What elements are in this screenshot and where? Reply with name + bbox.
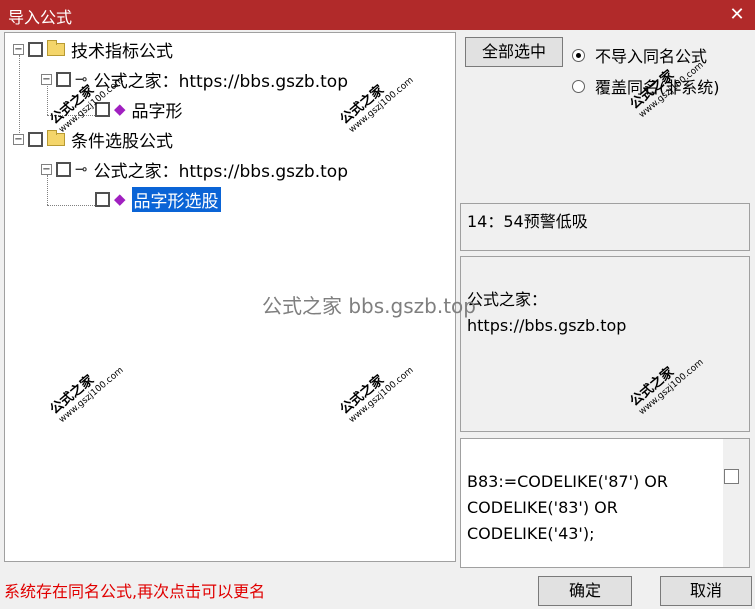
window-title: 导入公式 [8, 8, 73, 27]
close-icon[interactable]: ✕ [725, 3, 749, 27]
tree-node-label: 品字形选股 [131, 186, 221, 212]
tree-node-group[interactable]: − ⊸ 公式之家：https://bbs.gszb.top [41, 157, 348, 182]
node-checkbox[interactable] [95, 191, 110, 207]
title-bar: 导入公式 ✕ [0, 0, 755, 30]
radio-icon[interactable] [572, 79, 585, 93]
watermark-stamp: 公式之家 www.gszj100.com [337, 365, 416, 426]
watermark-text: 公式之家 bbs.gszb.top [262, 294, 476, 318]
code-text: B83:=CODELIKE('87') OR CODELIKE('83') OR… [467, 472, 668, 543]
radio-icon[interactable] [572, 48, 585, 62]
select-all-button[interactable]: 全部选中 [465, 37, 563, 67]
tree-node-label: 公式之家：https://bbs.gszb.top [93, 71, 348, 92]
collapse-icon[interactable]: − [13, 43, 24, 55]
tree-node-screening[interactable]: − 条件选股公式 [13, 127, 173, 152]
tree-node-label: 技术指标公式 [71, 41, 173, 62]
tree-node-label: 条件选股公式 [71, 131, 173, 152]
node-checkbox[interactable] [28, 41, 43, 57]
key-icon: ⊸ [75, 160, 88, 178]
collapse-icon[interactable]: − [13, 133, 24, 145]
collapse-icon[interactable]: − [41, 163, 52, 175]
tree-node-formula[interactable]: ◆ 品字形 [95, 97, 183, 122]
formula-icon: ◆ [114, 100, 126, 118]
tree-node-formula-selected[interactable]: ◆ 品字形选股 [95, 186, 221, 212]
watermark-stamp: 公式之家 www.gszj100.com [47, 365, 126, 426]
description-panel: 公式之家： https://bbs.gszb.top [460, 256, 750, 432]
node-checkbox[interactable] [28, 131, 43, 147]
warning-text: 14：54预警低吸 [467, 212, 588, 231]
code-scrollbar[interactable] [723, 439, 749, 567]
collapse-icon[interactable]: − [41, 73, 52, 85]
description-text: 公式之家： https://bbs.gszb.top [467, 290, 627, 335]
node-checkbox[interactable] [56, 71, 71, 87]
ok-button[interactable]: 确定 [538, 576, 632, 606]
node-checkbox[interactable] [56, 161, 71, 177]
tree-node-label: 品字形 [131, 101, 183, 122]
tree-line [47, 205, 95, 206]
warning-panel: 14：54预警低吸 [460, 203, 750, 251]
tree-node-label: 公式之家：https://bbs.gszb.top [93, 161, 348, 182]
code-panel[interactable]: B83:=CODELIKE('87') OR CODELIKE('83') OR… [460, 438, 750, 568]
formula-icon: ◆ [114, 190, 126, 208]
cancel-button[interactable]: 取消 [660, 576, 752, 606]
status-message: 系统存在同名公式,再次点击可以更名 [4, 582, 266, 601]
tree-node-technical[interactable]: − 技术指标公式 [13, 37, 173, 62]
folder-icon [47, 39, 65, 56]
code-checkbox[interactable] [724, 469, 739, 484]
